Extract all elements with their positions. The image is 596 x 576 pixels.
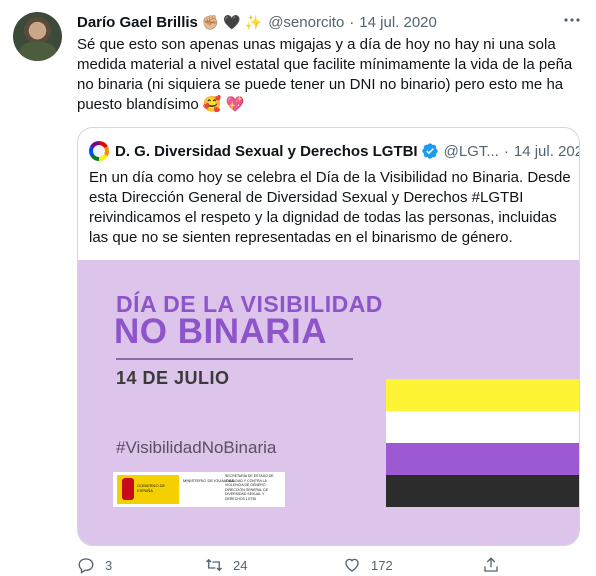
- directorate-label: SECRETARÍA DE ESTADO DE IGUALDAD Y CONTR…: [225, 474, 274, 501]
- like-button[interactable]: 172: [343, 556, 393, 574]
- author-name[interactable]: Darío Gael Brillis: [77, 14, 198, 31]
- image-divider: [116, 358, 353, 360]
- separator-dot: ·: [349, 13, 355, 31]
- verified-badge-icon: [421, 143, 438, 159]
- gobierno-label: GOBIERNO DE ESPAÑA: [137, 483, 166, 493]
- quoted-tweet[interactable]: D. G. Diversidad Sexual y Derechos LGTBI…: [77, 127, 580, 546]
- retweet-icon: [206, 558, 222, 572]
- image-hashtag: #VisibilidadNoBinaria: [116, 438, 277, 457]
- flag-stripe-purple: [386, 443, 579, 475]
- share-icon: [484, 557, 498, 572]
- government-logo: GOBIERNO DE ESPAÑA MINISTERIO DE IGUALDA…: [113, 472, 285, 507]
- quoted-tweet-text: En un día como hoy se celebra el Día de …: [89, 169, 571, 246]
- quoted-tweet-image[interactable]: DÍA DE LA VISIBILIDAD NO BINARIA 14 DE J…: [78, 260, 579, 545]
- share-button[interactable]: [482, 556, 500, 574]
- quoted-author-name[interactable]: D. G. Diversidad Sexual y Derechos LGTBI: [115, 143, 418, 160]
- like-count: 172: [371, 557, 393, 573]
- tweet-date[interactable]: 14 jul. 2020: [359, 14, 437, 31]
- quoted-tweet-header: D. G. Diversidad Sexual y Derechos LGTBI…: [89, 140, 579, 162]
- author-emoji-3: ✨: [244, 14, 263, 30]
- tweet-body: Sé que esto son apenas unas migajas y a …: [77, 36, 573, 113]
- author-handle[interactable]: @senorcito: [268, 14, 344, 31]
- tweet-emojis: 🥰 💖: [202, 96, 245, 113]
- retweet-count: 24: [233, 557, 248, 573]
- reply-button[interactable]: 3: [77, 556, 112, 574]
- nonbinary-flag: [386, 379, 579, 507]
- avatar-figure: [19, 42, 56, 61]
- gobierno-logo-block: GOBIERNO DE ESPAÑA: [117, 475, 179, 504]
- tweet-text: Sé que esto son apenas unas migajas y a …: [77, 35, 582, 115]
- more-options-icon[interactable]: [562, 10, 582, 30]
- author-emoji-1: ✊🏼: [201, 14, 220, 30]
- image-title-line-2: NO BINARIA: [114, 312, 328, 351]
- flag-stripe-yellow: [386, 379, 579, 411]
- author-avatar[interactable]: [13, 12, 62, 61]
- quoted-tweet-date[interactable]: 14 jul. 2020: [514, 143, 579, 160]
- retweet-button[interactable]: 24: [205, 556, 247, 574]
- coat-of-arms-icon: [122, 478, 134, 500]
- flag-stripe-black: [386, 475, 579, 507]
- reply-icon: [78, 558, 94, 574]
- tweet-header: Darío Gael Brillis ✊🏼 🖤 ✨ @senorcito · 1…: [77, 11, 437, 33]
- reply-count: 3: [105, 557, 113, 573]
- quoted-author-avatar[interactable]: [89, 141, 109, 161]
- quoted-author-handle[interactable]: @LGT...: [444, 143, 499, 160]
- flag-stripe-white: [386, 411, 579, 443]
- quoted-separator-dot: ·: [503, 142, 509, 160]
- author-emoji-2: 🖤: [223, 14, 241, 30]
- heart-icon: [345, 558, 359, 572]
- image-date: 14 DE JULIO: [116, 368, 230, 388]
